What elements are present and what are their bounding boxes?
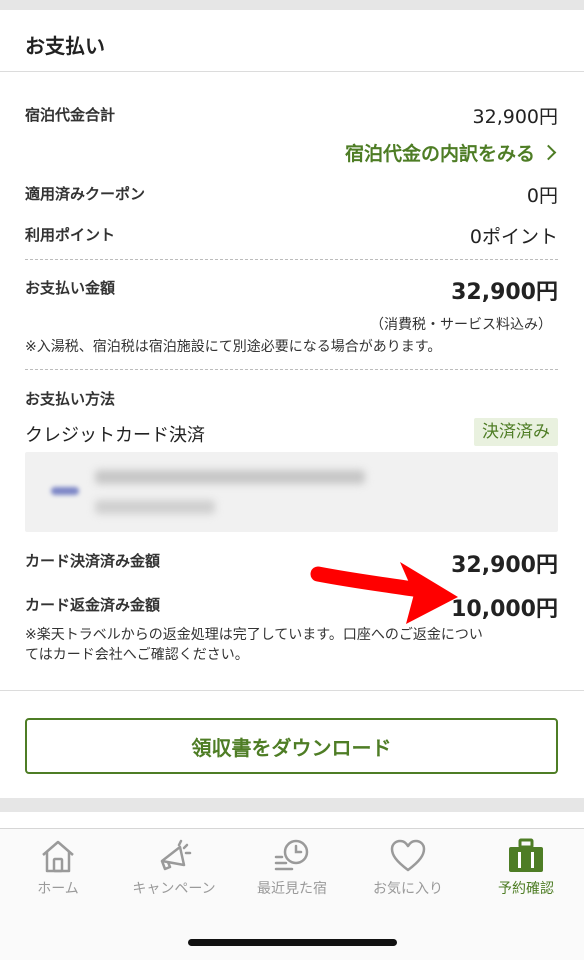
masked-card-info [25,452,558,532]
red-annotation-arrow-icon [310,562,458,624]
tab-label: キャンペーン [132,881,216,897]
tab-label: お気に入り [373,881,443,897]
card-expiry-redacted [95,500,215,514]
onsen-tax-note: ※入湯税、宿泊税は宿泊施設にて別途必要になる場合があります。 [25,339,442,355]
lodging-breakdown-link[interactable]: 宿泊代金の内訳をみる [344,139,557,166]
tab-favorites[interactable]: お気に入り [350,837,466,903]
section-title: お支払い [25,34,105,58]
payment-method-name: クレジットカード決済 [25,425,205,446]
tab-home[interactable]: ホーム [0,837,116,903]
suitcase-icon [509,838,543,872]
status-badge: 決済済み [474,418,558,446]
dashed-divider [25,369,558,370]
breakdown-link-label: 宿泊代金の内訳をみる [344,143,535,165]
history-clock-icon [274,839,309,871]
tax-included-note: （消費税・サービス料込み） [370,317,552,333]
lodging-total-value: 32,900円 [472,106,558,128]
tab-recent-hotels[interactable]: 最近見た宿 [234,837,350,903]
megaphone-icon [160,839,192,871]
top-gray-band [0,0,584,10]
tab-label: 最近見た宿 [257,881,327,897]
tab-reservation-check[interactable]: 予約確認 [468,837,584,903]
home-indicator[interactable] [188,939,397,946]
tab-campaign[interactable]: キャンペーン [116,837,232,903]
lodging-total-label: 宿泊代金合計 [25,106,116,124]
card-refund-value: 10,000円 [451,597,558,622]
coupon-label: 適用済みクーポン [25,185,146,203]
chevron-right-icon [540,144,557,161]
card-brand-icon [51,487,79,495]
payment-method-label: お支払い方法 [25,390,116,408]
card-refund-label: カード返金済み金額 [25,596,161,614]
points-value: 0ポイント [469,226,558,248]
refund-note-line2: てはカード会社へご確認ください。 [25,647,249,663]
points-label: 利用ポイント [25,226,116,244]
tab-label: ホーム [37,881,79,897]
white-strip [0,812,584,828]
tab-label: 予約確認 [498,881,554,897]
coupon-value: 0円 [526,185,558,207]
gray-section-band [0,798,584,812]
payment-section-header: お支払い [0,10,584,72]
download-receipt-button[interactable]: 領収書をダウンロード [25,718,558,774]
refund-note-line1: ※楽天トラベルからの返金処理は完了しています。口座へのご返金につい [25,627,483,643]
section-divider [0,690,584,691]
dashed-divider [25,259,558,260]
home-icon [42,840,74,873]
payment-amount-value: 32,900円 [451,280,558,305]
heart-icon [390,839,426,872]
card-settled-label: カード決済済み金額 [25,552,161,570]
payment-amount-label: お支払い金額 [25,279,116,297]
card-settled-value: 32,900円 [451,553,558,578]
card-number-redacted [95,470,365,484]
